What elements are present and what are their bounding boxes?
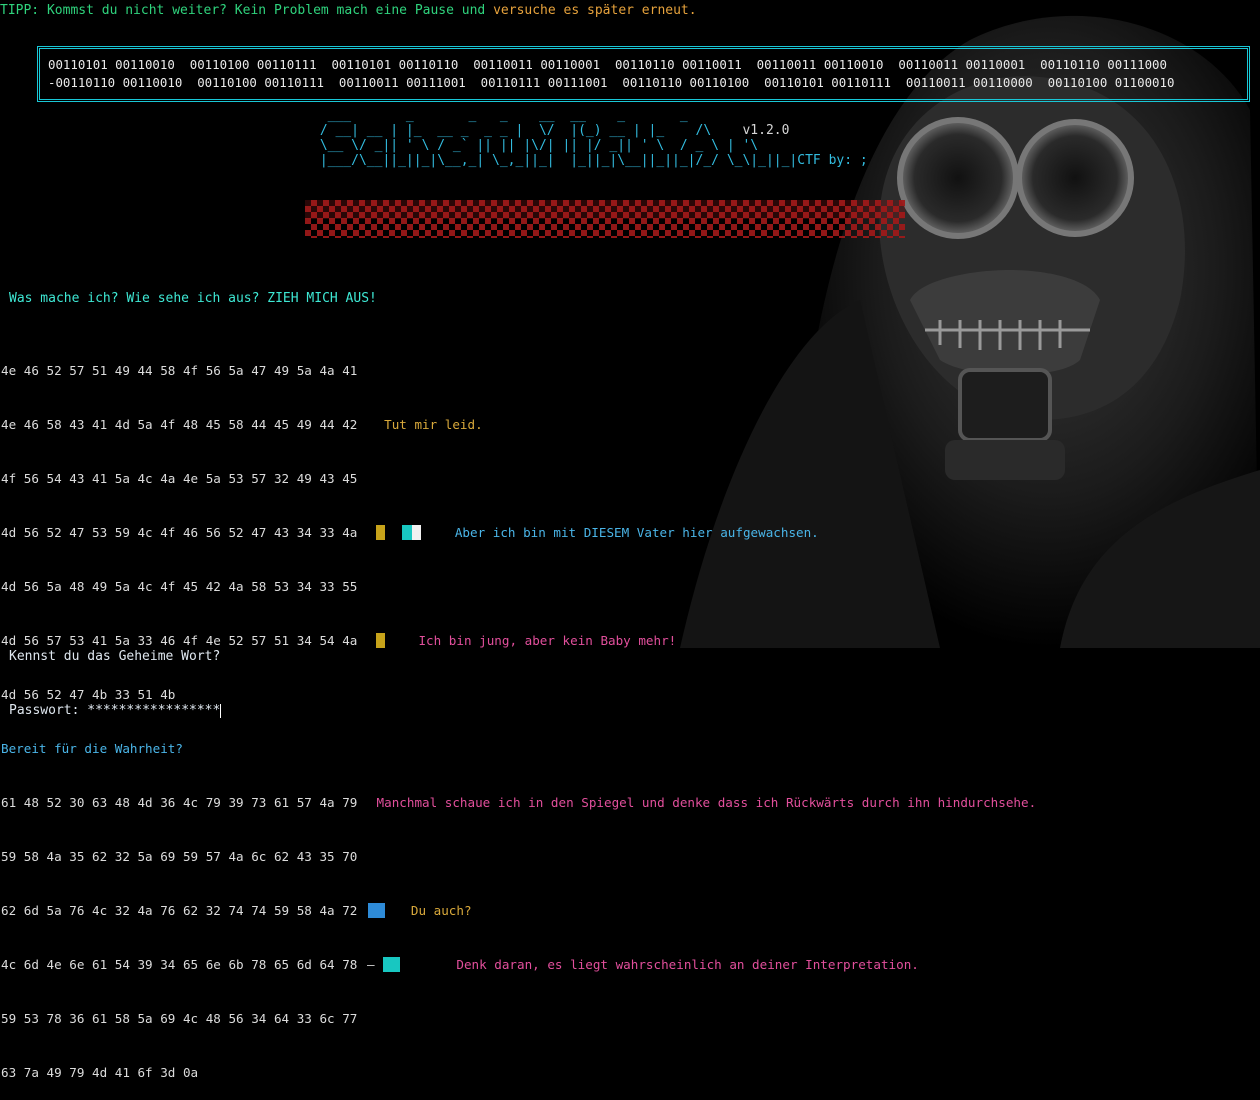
ctf-credit: CTF by: ; xyxy=(797,153,868,168)
secret-word-question: Kennst du das Geheime Wort? xyxy=(9,649,221,664)
hex-line: 62 6d 5a 76 4c 32 4a 76 62 32 74 74 59 5… xyxy=(0,902,1037,920)
password-prompt: Kennst du das Geheime Wort? Passwort: **… xyxy=(9,612,222,738)
password-label: Passwort: xyxy=(9,703,80,718)
hex-text: 62 6d 5a 76 4c 32 4a 76 62 32 74 74 59 5… xyxy=(1,903,358,918)
phrase-interpretation: Denk daran, es liegt wahrscheinlich an d… xyxy=(456,957,919,972)
hex-line: 59 58 4a 35 62 32 5a 69 59 57 4a 6c 62 4… xyxy=(0,848,1037,866)
banner-line-1: ___ _ _ _ __ __ _ _ xyxy=(312,108,704,123)
tip-label: TIPP: xyxy=(0,3,40,18)
hex-line: 4e 46 52 57 51 49 44 58 4f 56 5a 47 49 5… xyxy=(0,362,1037,380)
banner-line-4-text: |___/\__||_||_|\__,_| \_,_||_| |_||_|\__… xyxy=(312,153,798,168)
hex-line: Bereit für die Wahrheit? xyxy=(0,740,1037,758)
phrase-mirror: Manchmal schaue ich in den Spiegel und d… xyxy=(376,795,1037,810)
hex-line: 4d 56 52 47 53 59 4c 4f 46 56 52 47 43 3… xyxy=(0,524,1037,542)
hex-line: 4f 56 54 43 41 5a 4c 4a 4e 5a 53 57 32 4… xyxy=(0,470,1037,488)
tip-text-highlight: versuche es später erneut. xyxy=(493,3,697,18)
hex-text: 4e 46 58 43 41 4d 5a 4f 48 45 58 44 45 4… xyxy=(1,417,358,432)
hex-line: 61 48 52 30 63 48 4d 36 4c 79 39 73 61 5… xyxy=(0,794,1037,812)
checker-band xyxy=(305,200,905,238)
phrase-sorry: Tut mir leid. xyxy=(384,417,483,432)
binary-line-1: 00110101 00110010 00110100 00110111 0011… xyxy=(48,57,1167,72)
binary-box: 00110101 00110010 00110100 00110111 0011… xyxy=(37,46,1250,102)
banner-line-3: \__ \/ _|| ' \ / _` || || |\/| || |/ _||… xyxy=(312,138,759,153)
hex-line: 59 53 78 36 61 58 5a 69 4c 48 56 34 64 3… xyxy=(0,1010,1037,1028)
version-label: v1.2.0 xyxy=(742,123,790,138)
hex-text: 4e 46 52 57 51 49 44 58 4f 56 5a 47 49 5… xyxy=(1,363,358,378)
phrase-father: Aber ich bin mit DIESEM Vater hier aufge… xyxy=(454,525,819,540)
banner-line-4: |___/\__||_||_|\__,_| \_,_||_| |_||_|\__… xyxy=(312,153,868,168)
hex-line: 4c 6d 4e 6e 61 54 39 34 65 6e 6b 78 65 6… xyxy=(1,957,919,972)
banner-line-2-text: / __| __ | |_ __ _ _ _ | \/ |(_) __ | |_… xyxy=(312,123,743,138)
password-row: Passwort: ***************** xyxy=(9,702,222,720)
phrase-young: Ich bin jung, aber kein Baby mehr! xyxy=(418,633,677,648)
banner-line-2: / __| __ | |_ __ _ _ _ | \/ |(_) __ | |_… xyxy=(312,123,868,138)
hex-text: 4c 6d 4e 6e 61 54 39 34 65 6e 6b 78 65 6… xyxy=(1,957,358,972)
hex-line: 4e 46 58 43 41 4d 5a 4f 48 45 58 44 45 4… xyxy=(0,416,1037,434)
ascii-banner: ___ _ _ _ __ __ _ _ / __| __ | |_ __ _ _… xyxy=(312,108,868,168)
tip-line: TIPP: Kommst du nicht weiter? Kein Probl… xyxy=(0,2,697,20)
hex-text: 59 53 78 36 61 58 5a 69 4c 48 56 34 64 3… xyxy=(1,1011,358,1026)
hex-line: 4d 56 5a 48 49 5a 4c 4f 45 42 4a 58 53 3… xyxy=(0,578,1037,596)
hex-line: 63 7a 49 79 4d 41 6f 3d 0a xyxy=(0,1064,1037,1082)
text-cursor xyxy=(220,703,222,718)
phrase-you-too: Du auch? xyxy=(410,903,472,918)
tip-text: Kommst du nicht weiter? Kein Problem mac… xyxy=(39,3,494,18)
hex-text: 63 7a 49 79 4d 41 6f 3d 0a xyxy=(1,1065,199,1080)
hex-text: 4f 56 54 43 41 5a 4c 4a 4e 5a 53 57 32 4… xyxy=(1,471,358,486)
question-line: Was mache ich? Wie sehe ich aus? ZIEH MI… xyxy=(9,291,377,306)
phrase-truth: Bereit für die Wahrheit? xyxy=(1,741,183,756)
password-input[interactable]: ***************** xyxy=(87,703,220,718)
hex-text: 4d 56 52 47 53 59 4c 4f 46 56 52 47 43 3… xyxy=(1,525,358,540)
hex-text: 59 58 4a 35 62 32 5a 69 59 57 4a 6c 62 4… xyxy=(1,849,358,864)
hex-text: 4d 56 5a 48 49 5a 4c 4f 45 42 4a 58 53 3… xyxy=(1,579,358,594)
binary-line-2: -00110110 00110010 00110100 00110111 001… xyxy=(48,75,1175,90)
hex-text: 61 48 52 30 63 48 4d 36 4c 79 39 73 61 5… xyxy=(1,795,358,810)
